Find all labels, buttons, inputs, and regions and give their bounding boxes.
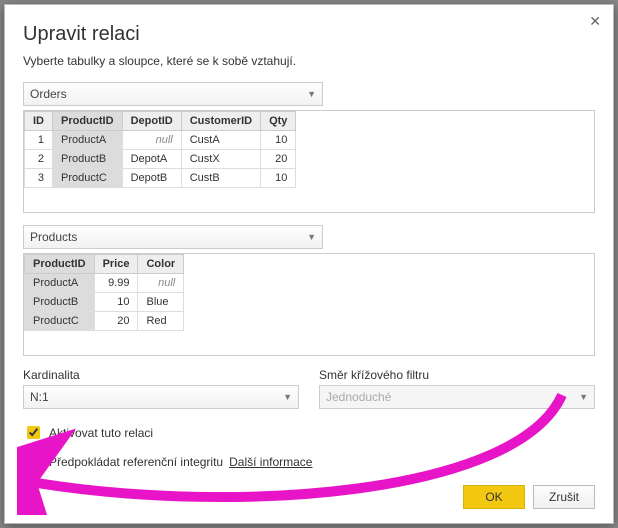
activate-label: Aktivovat tuto relaci <box>49 426 153 440</box>
table-row[interactable]: ProductC 20 Red <box>25 312 184 331</box>
dialog-subtitle: Vyberte tabulky a sloupce, které se k so… <box>23 54 595 68</box>
col-qty[interactable]: Qty <box>261 112 296 131</box>
col-productid[interactable]: ProductID <box>53 112 123 131</box>
table-row[interactable]: 3 ProductC DepotB CustB 10 <box>25 169 296 188</box>
col-depotid[interactable]: DepotID <box>122 112 181 131</box>
table1-grid: ID ProductID DepotID CustomerID Qty 1 Pr… <box>23 110 595 213</box>
chevron-down-icon: ▼ <box>307 89 316 99</box>
table-row[interactable]: 2 ProductB DepotA CustX 20 <box>25 150 296 169</box>
chevron-down-icon: ▼ <box>579 392 588 402</box>
table-row[interactable]: 1 ProductA null CustA 10 <box>25 131 296 150</box>
table-row[interactable]: ProductA 9.99 null <box>25 274 184 293</box>
more-info-link[interactable]: Další informace <box>229 455 312 469</box>
table1-select-value: Orders <box>30 87 67 101</box>
crossfilter-value: Jednoduché <box>326 390 391 404</box>
table2-select[interactable]: Products ▼ <box>23 225 323 249</box>
cardinality-select[interactable]: N:1 ▼ <box>23 385 299 409</box>
col-productid[interactable]: ProductID <box>25 255 95 274</box>
table-row[interactable]: ProductB 10 Blue <box>25 293 184 312</box>
table1-select[interactable]: Orders ▼ <box>23 82 323 106</box>
cardinality-label: Kardinalita <box>23 368 299 382</box>
close-icon[interactable]: ✕ <box>589 13 601 30</box>
integrity-checkbox-row: Předpokládat referenční integritu Další … <box>23 452 595 471</box>
col-id[interactable]: ID <box>25 112 53 131</box>
ok-button[interactable]: OK <box>463 485 525 509</box>
cardinality-value: N:1 <box>30 390 49 404</box>
table-header-row: ID ProductID DepotID CustomerID Qty <box>25 112 296 131</box>
integrity-checkbox[interactable] <box>27 455 40 468</box>
activate-checkbox-row: Aktivovat tuto relaci <box>23 423 595 442</box>
chevron-down-icon: ▼ <box>307 232 316 242</box>
cancel-button[interactable]: Zrušit <box>533 485 595 509</box>
chevron-down-icon: ▼ <box>283 392 292 402</box>
table2-select-value: Products <box>30 230 77 244</box>
edit-relationship-dialog: ✕ Upravit relaci Vyberte tabulky a sloup… <box>4 4 614 524</box>
table-header-row: ProductID Price Color <box>25 255 184 274</box>
table2-grid: ProductID Price Color ProductA 9.99 null… <box>23 253 595 356</box>
integrity-label: Předpokládat referenční integritu <box>49 455 223 469</box>
activate-checkbox[interactable] <box>27 426 40 439</box>
dialog-title: Upravit relaci <box>23 23 595 46</box>
col-color[interactable]: Color <box>138 255 184 274</box>
col-price[interactable]: Price <box>94 255 138 274</box>
crossfilter-label: Směr křížového filtru <box>319 368 595 382</box>
crossfilter-select: Jednoduché ▼ <box>319 385 595 409</box>
col-customerid[interactable]: CustomerID <box>181 112 260 131</box>
